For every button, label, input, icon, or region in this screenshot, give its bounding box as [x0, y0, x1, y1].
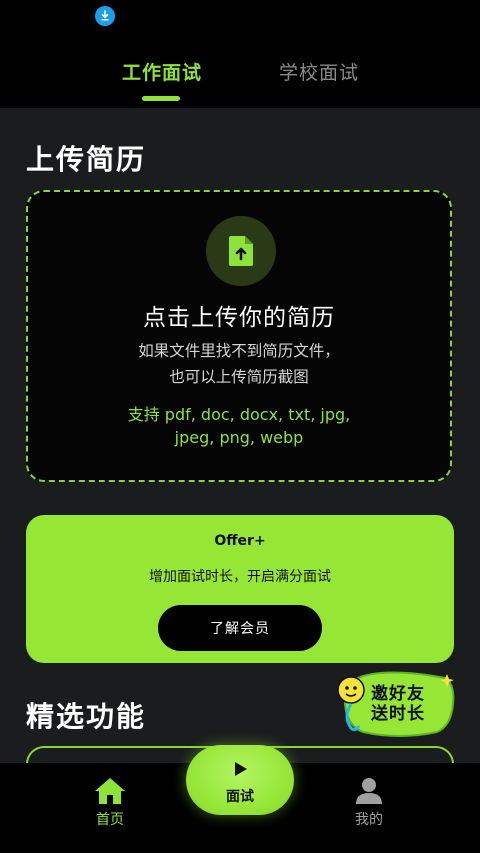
invite-line1: 邀好友: [371, 684, 425, 704]
upload-desc-line1: 如果文件里找不到简历文件，: [138, 342, 340, 360]
upload-section-title: 上传简历: [26, 143, 147, 176]
play-icon: [235, 762, 247, 776]
download-icon: [95, 6, 115, 26]
invite-badge-text: 邀好友 送时长: [371, 684, 425, 724]
upload-file-icon: [206, 216, 276, 286]
offer-subtitle: 增加面试时长，开启满分面试: [149, 569, 331, 585]
upload-formats-line1: 支持 pdf, doc, docx, txt, jpg,: [127, 405, 351, 424]
profile-icon: [356, 778, 382, 804]
offer-title: Offer+: [214, 533, 266, 549]
start-interview-button[interactable]: 面试: [186, 745, 294, 815]
nav-mine-label: 我的: [355, 812, 383, 828]
invite-line2: 送时长: [371, 704, 425, 724]
offer-plus-card: Offer+ 增加面试时长，开启满分面试 了解会员: [26, 515, 454, 663]
top-header: 工作面试 学校面试: [0, 0, 480, 108]
nav-home-label: 首页: [96, 812, 124, 828]
upload-card-title: 点击上传你的简历: [143, 305, 335, 331]
upload-formats-line2: jpeg, png, webp: [174, 428, 304, 447]
home-icon: [95, 778, 125, 804]
invite-friends-badge[interactable]: 邀好友 送时长: [333, 670, 457, 740]
learn-membership-button[interactable]: 了解会员: [158, 605, 322, 651]
upload-resume-card[interactable]: 点击上传你的简历 如果文件里找不到简历文件， 也可以上传简历截图 支持 pdf,…: [26, 190, 452, 482]
tab-work-interview[interactable]: 工作面试: [122, 58, 202, 85]
upload-desc-line2: 也可以上传简历截图: [169, 368, 309, 386]
features-section-title: 精选功能: [26, 700, 147, 733]
tab-school-interview[interactable]: 学校面试: [279, 58, 359, 85]
active-tab-indicator: [142, 96, 180, 101]
interview-button-label: 面试: [226, 789, 254, 805]
